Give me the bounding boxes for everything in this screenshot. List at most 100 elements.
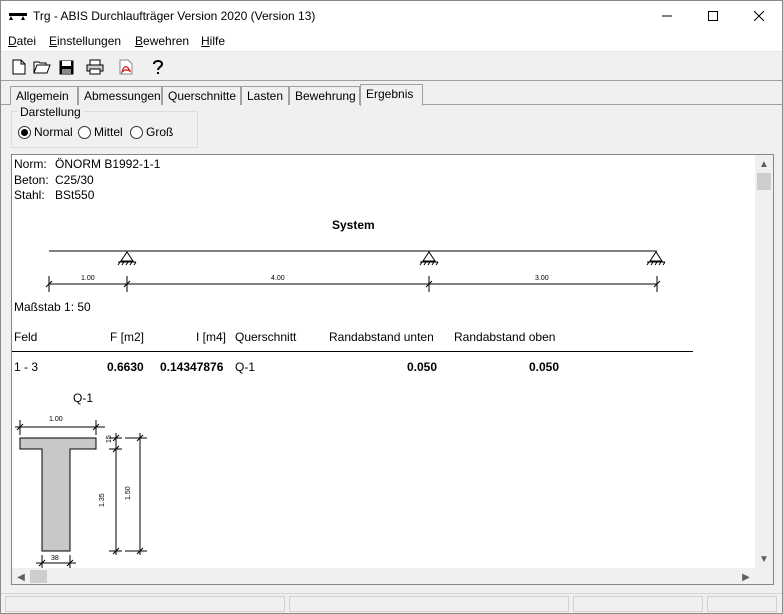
menu-hilfe-label: ilfe: [209, 34, 226, 48]
maximize-button[interactable]: [690, 1, 736, 31]
radio-selected-dot: [21, 128, 28, 136]
vertical-scroll-thumb[interactable]: [757, 173, 771, 190]
radio-normal[interactable]: Normal: [18, 125, 73, 139]
t-section-shape: [19, 437, 97, 552]
save-button[interactable]: [56, 57, 76, 77]
title-bar: Trg - ABIS Durchlaufträger Version 2020 …: [1, 1, 782, 31]
support-2: [419, 251, 439, 266]
scroll-left-icon[interactable]: ◀: [13, 569, 29, 584]
system-title: System: [332, 218, 375, 232]
menu-datei[interactable]: Datei: [8, 34, 36, 48]
cell-f: 0.6630: [107, 360, 144, 374]
window-title: Trg - ABIS Durchlaufträger Version 2020 …: [33, 9, 316, 23]
scroll-down-icon[interactable]: ▼: [756, 551, 772, 567]
cell-rand-oben: 0.050: [529, 360, 560, 374]
beton-value: C25/30: [55, 173, 94, 187]
cross-section-drawing: [15, 420, 147, 570]
vertical-scrollbar[interactable]: ▲ ▼: [755, 155, 773, 568]
cell-querschnitt: Q-1: [235, 360, 256, 374]
menu-bewehren[interactable]: Bewehren: [135, 34, 189, 48]
scroll-corner: [755, 568, 773, 584]
open-folder-icon: [33, 61, 51, 74]
menu-hilfe[interactable]: Hilfe: [201, 34, 225, 48]
section-total-height: 1.50: [125, 486, 132, 500]
close-icon: [754, 11, 764, 21]
radio-mittel[interactable]: Mittel: [78, 125, 123, 139]
beam-app-icon: [9, 13, 27, 20]
section-title: Q-1: [73, 391, 94, 405]
minimize-icon: [662, 15, 672, 17]
close-button[interactable]: [736, 1, 782, 31]
section-width-top: 1.00: [49, 416, 63, 423]
tab-bewehrung[interactable]: Bewehrung: [289, 86, 360, 105]
new-file-icon: [12, 59, 26, 75]
new-button[interactable]: [9, 57, 29, 77]
cell-rand-unten: 0.050: [407, 360, 438, 374]
cell-i: 0.14347876: [160, 360, 224, 374]
horizontal-scrollbar[interactable]: ◀ ▶: [12, 568, 755, 584]
toolbar: [1, 53, 782, 81]
report-view[interactable]: Norm: ÖNORM B1992-1-1 Beton: C25/30 Stah…: [11, 154, 774, 585]
cell-feld: 1 - 3: [14, 360, 39, 374]
radio-normal-label: Normal: [34, 125, 73, 139]
radio-gross[interactable]: Groß: [130, 125, 173, 139]
pdf-export-button[interactable]: [116, 57, 136, 77]
system-diagram: [45, 250, 666, 292]
radio-mittel-label: Mittel: [94, 125, 123, 139]
save-icon: [59, 60, 73, 74]
pdf-icon: [119, 59, 133, 75]
stahl-label: Stahl:: [14, 188, 45, 202]
table-divider: [12, 351, 693, 352]
col-header-rand-unten: Randabstand unten: [329, 330, 434, 344]
tab-abmessungen[interactable]: Abmessungen: [78, 86, 162, 105]
dim-span-1: 1.00: [81, 275, 95, 282]
radio-mittel-circle: [78, 125, 91, 139]
menu-bewehren-label: ewehren: [143, 34, 190, 48]
tab-querschnitte[interactable]: Querschnitte: [162, 86, 241, 105]
dim-span-2: 4.00: [271, 275, 285, 282]
section-flange-height: 15: [106, 435, 113, 443]
radio-gross-circle: [130, 125, 143, 139]
norm-label: Norm:: [14, 157, 47, 171]
status-panel-3: [573, 596, 703, 612]
help-button[interactable]: [148, 57, 168, 77]
menu-einstellungen[interactable]: Einstellungen: [49, 34, 121, 48]
menu-einstellungen-label: instellungen: [57, 34, 122, 48]
app-window: Trg - ABIS Durchlaufträger Version 2020 …: [0, 0, 783, 614]
print-button[interactable]: [85, 57, 105, 77]
col-header-rand-oben: Randabstand oben: [454, 330, 556, 344]
menu-hilfe-mnemonic: H: [201, 34, 210, 48]
tab-allgemein[interactable]: Allgemein: [10, 86, 78, 105]
scale-label: Maßstab 1: 50: [14, 300, 91, 314]
maximize-icon: [708, 11, 718, 21]
menu-einstellungen-mnemonic: E: [49, 34, 58, 48]
menu-bewehren-mnemonic: B: [135, 34, 144, 48]
status-panel-2: [289, 596, 569, 612]
radio-gross-label: Groß: [146, 125, 174, 139]
tab-strip: Allgemein Abmessungen Querschnitte Laste…: [1, 83, 782, 106]
norm-value: ÖNORM B1992-1-1: [55, 157, 161, 171]
menu-datei-label: atei: [16, 34, 37, 48]
col-header-i: I [m4]: [196, 330, 227, 344]
menu-bar: Datei Einstellungen Bewehren Hilfe: [1, 31, 782, 52]
col-header-querschnitt: Querschnitt: [235, 330, 297, 344]
print-icon: [86, 59, 104, 75]
support-1: [117, 251, 137, 266]
darstellung-group: Darstellung Normal Mittel Groß: [11, 105, 198, 148]
help-icon: [153, 60, 164, 74]
col-header-feld: Feld: [14, 330, 38, 344]
scroll-up-icon[interactable]: ▲: [756, 156, 772, 172]
section-web-width: 38: [51, 555, 59, 562]
tab-ergebnis[interactable]: Ergebnis: [360, 84, 423, 106]
open-button[interactable]: [32, 57, 52, 77]
minimize-button[interactable]: [644, 1, 690, 31]
darstellung-legend: Darstellung: [18, 105, 83, 119]
col-header-f: F [m2]: [110, 330, 145, 344]
menu-datei-mnemonic: D: [8, 34, 17, 48]
support-3: [646, 251, 666, 266]
radio-normal-circle: [18, 125, 31, 139]
horizontal-scroll-thumb[interactable]: [30, 570, 47, 583]
section-web-height: 1.35: [99, 493, 106, 507]
scroll-right-icon[interactable]: ▶: [738, 569, 754, 584]
tab-lasten[interactable]: Lasten: [241, 86, 289, 105]
